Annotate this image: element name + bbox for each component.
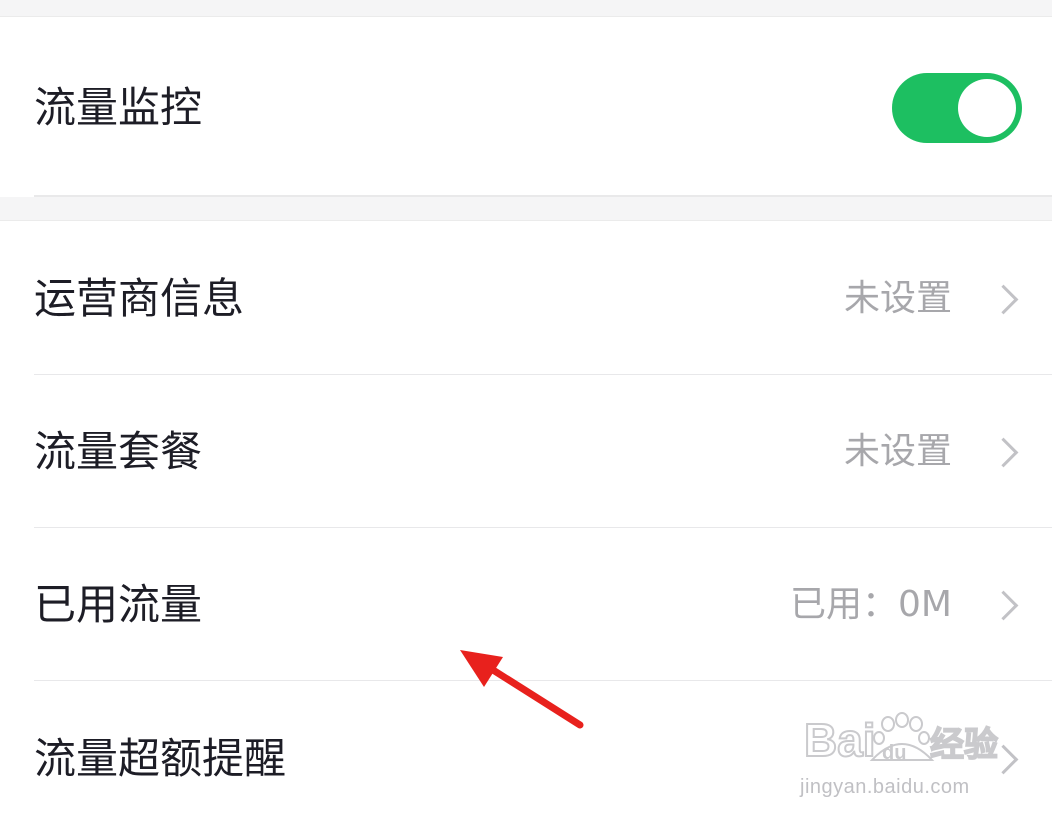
traffic-settings-page: 流量监控 运营商信息 未设置 流量套餐 未设置 已用流量 已用：0M 流量超额提… bbox=[0, 0, 1052, 830]
used-data-row[interactable]: 已用流量 已用：0M bbox=[0, 528, 1052, 680]
overage-alert-label: 流量超额提醒 bbox=[34, 734, 287, 783]
chevron-right-icon bbox=[988, 744, 1019, 775]
chevron-right-icon bbox=[988, 284, 1019, 315]
overage-alert-row[interactable]: 流量超额提醒 bbox=[0, 681, 1052, 830]
carrier-info-row[interactable]: 运营商信息 未设置 bbox=[0, 221, 1052, 374]
used-data-label: 已用流量 bbox=[34, 580, 203, 629]
traffic-monitor-section: 流量监控 bbox=[0, 16, 1052, 197]
data-plan-value: 未设置 bbox=[843, 431, 952, 472]
data-plan-row[interactable]: 流量套餐 未设置 bbox=[0, 375, 1052, 527]
traffic-settings-list: 运营商信息 未设置 流量套餐 未设置 已用流量 已用：0M 流量超额提醒 bbox=[0, 220, 1052, 830]
carrier-info-label: 运营商信息 bbox=[34, 274, 245, 323]
traffic-monitor-toggle[interactable] bbox=[892, 73, 1022, 143]
chevron-right-icon bbox=[988, 590, 1019, 621]
data-plan-label: 流量套餐 bbox=[34, 427, 203, 476]
traffic-monitor-row[interactable]: 流量监控 bbox=[0, 17, 1052, 197]
traffic-monitor-label: 流量监控 bbox=[34, 83, 203, 132]
toggle-knob bbox=[958, 79, 1016, 137]
used-data-value: 已用：0M bbox=[790, 584, 952, 625]
carrier-info-value: 未设置 bbox=[843, 278, 952, 319]
chevron-right-icon bbox=[988, 437, 1019, 468]
